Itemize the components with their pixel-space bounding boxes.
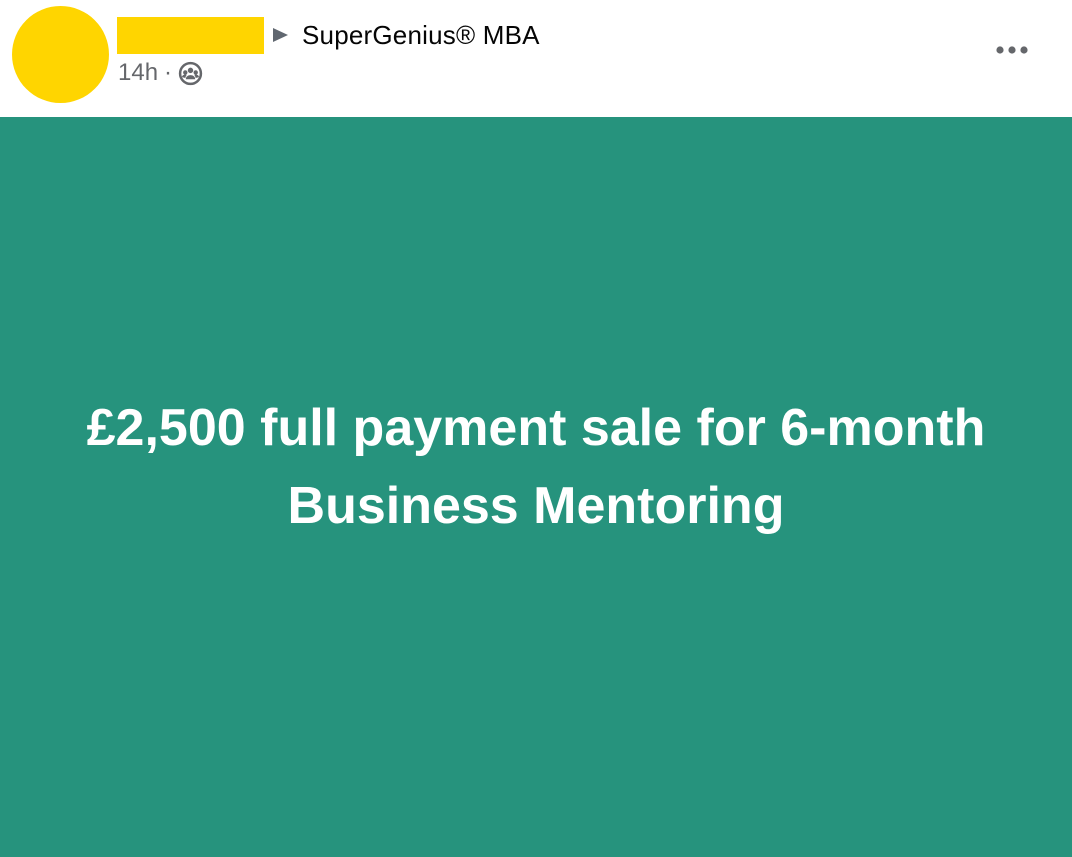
more-options-button[interactable] [988,30,1036,70]
post-meta: 14h · [118,57,203,89]
post-text-banner: £2,500 full payment sale for 6-month Bus… [0,117,1072,857]
feed-post: SuperGenius® MBA 14h · £2,500 full payme… [0,0,1072,857]
author-name-redacted[interactable] [117,17,264,54]
group-name-link[interactable]: SuperGenius® MBA [302,18,540,52]
banner-text: £2,500 full payment sale for 6-month Bus… [86,399,986,535]
more-options-icon [996,46,1028,54]
author-avatar[interactable] [12,6,109,103]
group-icon[interactable] [178,61,203,86]
post-header: SuperGenius® MBA 14h · [0,0,1072,117]
meta-separator: · [164,59,173,86]
post-timestamp[interactable]: 14h [118,59,158,87]
arrow-right-icon [273,28,288,42]
